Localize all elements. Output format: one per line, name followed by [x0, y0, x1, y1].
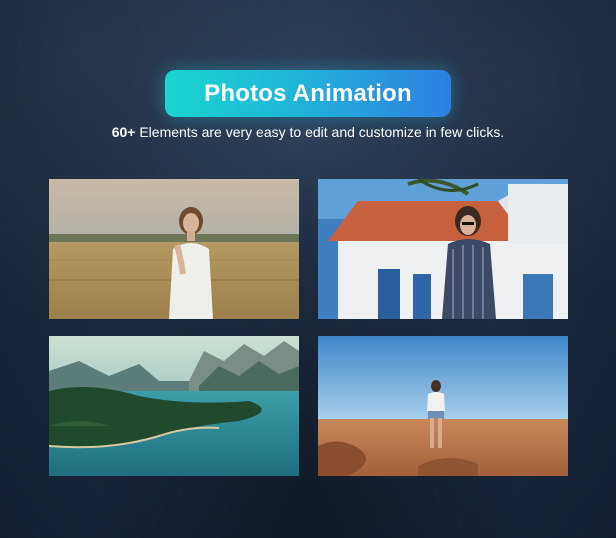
photo-lake-and-mountains: [49, 336, 299, 476]
title-badge: Photos Animation: [165, 70, 451, 117]
subtitle-highlight: 60+: [111, 124, 136, 140]
page-title: Photos Animation: [204, 79, 412, 107]
photo-woman-in-wheat-field: [49, 179, 299, 319]
subtitle-text: Elements are very easy to edit and custo…: [135, 124, 505, 140]
subtitle: 60+ Elements are very easy to edit and c…: [0, 124, 616, 140]
photo-woman-in-desert: [318, 336, 568, 476]
photo-woman-by-house: [318, 179, 568, 319]
